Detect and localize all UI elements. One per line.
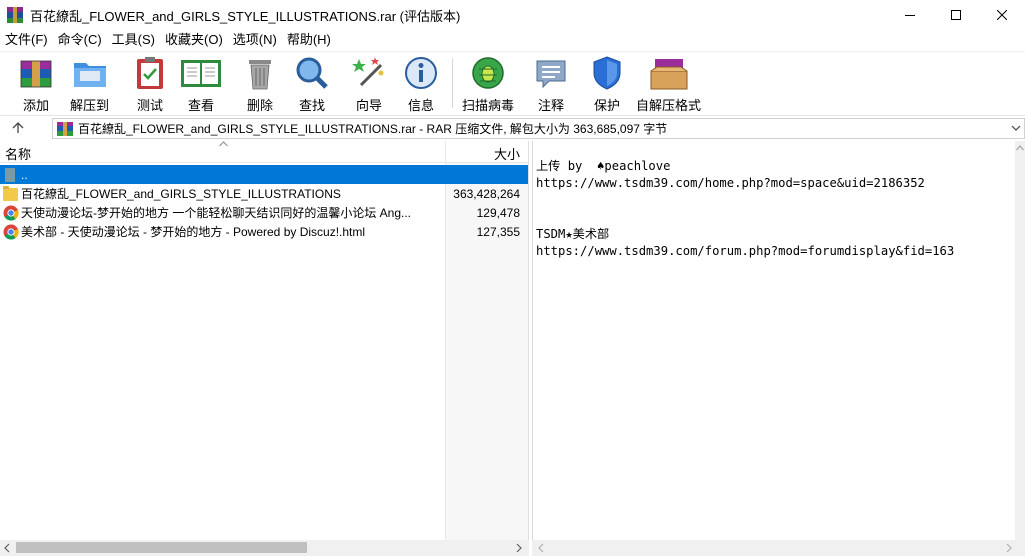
shield-icon [588, 55, 626, 91]
extract-to-label: 解压到 [70, 98, 110, 113]
test-label: 测试 [136, 98, 163, 113]
address-field[interactable]: 百花繚乱_FLOWER_and_GIRLS_STYLE_ILLUSTRATION… [52, 118, 1025, 139]
file-list: 名称 大小 .. 百花繚乱_FLOWER_and_GIRLS_STYLE_ILL… [0, 141, 529, 540]
window-controls [887, 0, 1025, 30]
folder-icon [3, 185, 19, 202]
list-item-parent[interactable]: .. [0, 165, 528, 184]
close-icon [997, 10, 1007, 20]
view-label: 查看 [187, 98, 214, 113]
menu-tools[interactable]: 工具(S) [107, 30, 160, 50]
column-header-size[interactable]: 大小 [494, 144, 520, 163]
comment-line [536, 192, 954, 209]
virus-scan-bug-icon [469, 55, 507, 91]
comment-link: https://www.tsdm39.com/forum.php?mod=for… [536, 244, 955, 258]
file-list-header: 名称 大小 [0, 141, 529, 163]
comment-link: https://www.tsdm39.com/home.php?mod=spac… [536, 176, 925, 190]
chrome-html-icon [3, 205, 19, 221]
up-folder-icon [3, 167, 19, 183]
scan-virus-button[interactable]: 扫描病毒 [462, 55, 514, 113]
comment-label: 注释 [537, 98, 564, 113]
sfx-label: 自解压格式 [636, 98, 702, 113]
comment-vertical-scrollbar[interactable] [1015, 141, 1025, 540]
scroll-right-arrow-icon [516, 543, 522, 553]
minimize-button[interactable] [887, 0, 933, 30]
arrow-up-icon [12, 121, 24, 133]
minimize-icon [905, 15, 915, 16]
chevron-down-icon [1011, 125, 1021, 131]
test-button[interactable]: 测试 [131, 55, 169, 113]
magnifier-icon [293, 55, 331, 91]
scroll-left-arrow-icon [538, 543, 544, 553]
sfx-button[interactable]: 自解压格式 [636, 55, 701, 113]
scrollbar-thumb[interactable] [16, 542, 307, 553]
file-size: 127,355 [476, 224, 520, 239]
close-button[interactable] [979, 0, 1025, 30]
view-button[interactable]: 查看 [179, 55, 223, 113]
archive-comment-text: 上传 by ♠peachlove https://www.tsdm39.com/h… [536, 158, 954, 260]
add-button[interactable]: 添加 [17, 55, 55, 113]
protect-button[interactable]: 保护 [588, 55, 626, 113]
file-name: 天使动漫论坛-梦开始的地方 一个能轻松聊天结识同好的温馨小论坛 Ang... [21, 206, 412, 220]
delete-button[interactable]: 删除 [241, 55, 279, 113]
menu-help[interactable]: 帮助(H) [282, 30, 336, 50]
window-title: 百花繚乱_FLOWER_and_GIRLS_STYLE_ILLUSTRATION… [30, 8, 461, 24]
delete-label: 删除 [246, 98, 273, 113]
file-size: 129,478 [476, 205, 520, 220]
comment-horizontal-scrollbar[interactable] [532, 540, 1025, 556]
menu-commands[interactable]: 命令(C) [53, 30, 107, 50]
menu-file[interactable]: 文件(F) [0, 30, 53, 50]
extract-folder-icon [71, 55, 109, 91]
up-folder-button[interactable] [0, 116, 36, 140]
maximize-button[interactable] [933, 0, 979, 30]
title-bar: 百花繚乱_FLOWER_and_GIRLS_STYLE_ILLUSTRATION… [0, 0, 1025, 30]
scroll-right-arrow-icon [1006, 543, 1012, 553]
comment-line: 上传 by ♠peachlove [536, 159, 671, 173]
toolbar-separator [452, 58, 453, 108]
address-text: 百花繚乱_FLOWER_and_GIRLS_STYLE_ILLUSTRATION… [78, 122, 668, 136]
find-button[interactable]: 查找 [293, 55, 331, 113]
info-icon [402, 55, 440, 91]
maximize-icon [951, 10, 961, 20]
file-list-horizontal-scrollbar[interactable] [0, 540, 529, 556]
file-name: .. [21, 167, 28, 182]
wizard-label: 向导 [355, 98, 382, 113]
sfx-box-icon [637, 55, 701, 91]
sort-caret-icon [219, 141, 228, 147]
list-item[interactable]: 百花繚乱_FLOWER_and_GIRLS_STYLE_ILLUSTRATION… [0, 184, 528, 203]
file-size: 363,428,264 [453, 186, 520, 201]
winrar-app-icon[interactable] [7, 7, 23, 23]
address-bar: 百花繚乱_FLOWER_and_GIRLS_STYLE_ILLUSTRATION… [0, 115, 1025, 139]
list-item[interactable]: 美术部 - 天使动漫论坛 - 梦开始的地方 - Powered by Discu… [0, 222, 528, 241]
wizard-button[interactable]: 向导 [350, 55, 388, 113]
add-label: 添加 [22, 98, 49, 113]
column-header-name[interactable]: 名称 [5, 144, 31, 163]
extract-to-button[interactable]: 解压到 [70, 55, 109, 113]
comment-line [536, 209, 954, 226]
scroll-up-arrow-icon [1016, 145, 1024, 151]
trash-icon [241, 55, 279, 91]
info-button[interactable]: 信息 [402, 55, 440, 113]
info-label: 信息 [407, 98, 434, 113]
scan-virus-label: 扫描病毒 [462, 98, 515, 113]
list-item[interactable]: 天使动漫论坛-梦开始的地方 一个能轻松聊天结识同好的温馨小论坛 Ang... 1… [0, 203, 528, 222]
file-name: 百花繚乱_FLOWER_and_GIRLS_STYLE_ILLUSTRATION… [21, 187, 341, 201]
rar-file-icon [57, 121, 73, 136]
menu-favorites[interactable]: 收藏夹(O) [160, 30, 228, 50]
test-clipboard-icon [131, 55, 169, 91]
scroll-left-arrow-icon [4, 543, 10, 553]
comment-button[interactable]: 注释 [532, 55, 570, 113]
find-label: 查找 [298, 98, 325, 113]
archive-comment-pane[interactable]: 上传 by ♠peachlove https://www.tsdm39.com/h… [532, 141, 1015, 540]
comment-line: TSDM★美术部 [536, 227, 610, 241]
protect-label: 保护 [593, 98, 620, 113]
comment-bubble-icon [532, 55, 570, 91]
file-name: 美术部 - 天使动漫论坛 - 梦开始的地方 - Powered by Discu… [21, 225, 366, 239]
menu-options[interactable]: 选项(N) [228, 30, 282, 50]
toolbar: 添加 解压到 测试 查看 删除 查找 向导 信息 扫描病毒 注释 保护 自解压格… [0, 51, 1025, 113]
wizard-wand-icon [350, 55, 388, 91]
view-book-icon [179, 55, 223, 91]
add-archive-icon [17, 55, 55, 91]
chrome-html-icon [3, 224, 19, 240]
menu-bar: 文件(F) 命令(C) 工具(S) 收藏夹(O) 选项(N) 帮助(H) [0, 30, 1025, 50]
